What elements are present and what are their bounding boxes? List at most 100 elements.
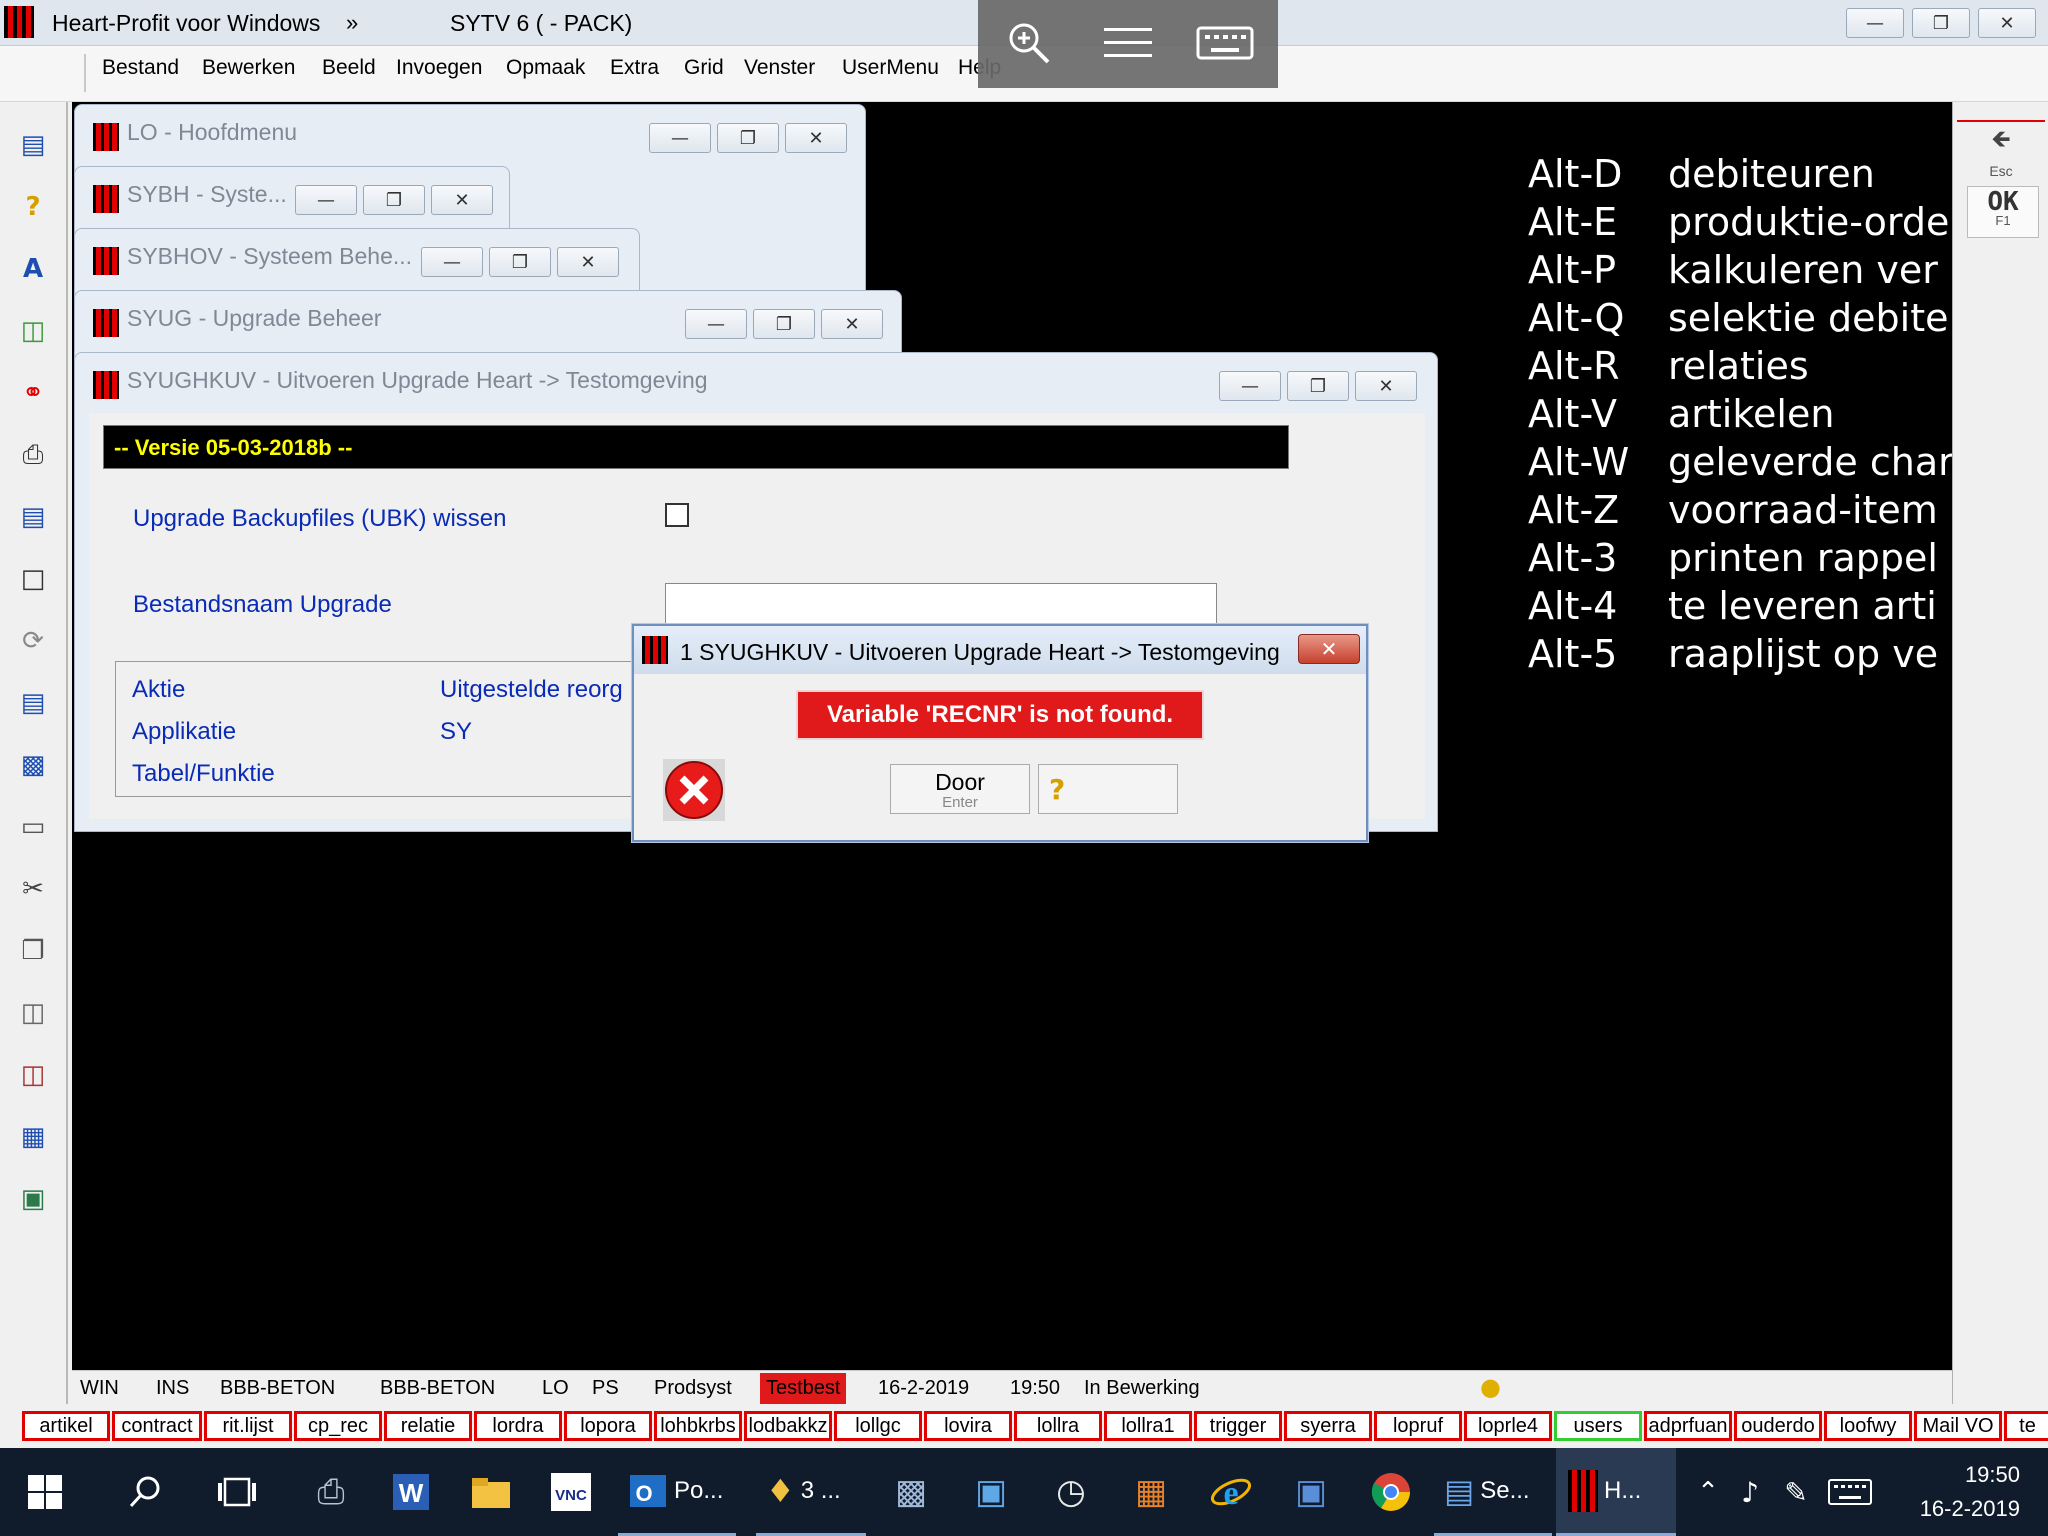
search-icon[interactable]: [108, 1448, 182, 1536]
hotkey-label[interactable]: produktie-orde: [1668, 200, 1949, 244]
title-more-chevron[interactable]: »: [346, 10, 358, 36]
menu-extra[interactable]: Extra: [610, 56, 659, 80]
show-hidden-icons-chevron[interactable]: ⌃: [1690, 1448, 1726, 1536]
paste-special-icon[interactable]: ◫: [14, 1056, 52, 1094]
remote-app-icon[interactable]: ▦: [1114, 1448, 1188, 1536]
minimize-button[interactable]: —: [649, 123, 711, 153]
minimize-button[interactable]: —: [421, 247, 483, 277]
tab-lopruf[interactable]: lopruf: [1374, 1411, 1462, 1441]
record-icon[interactable]: ▤: [14, 684, 52, 722]
start-button[interactable]: [8, 1448, 82, 1536]
tab-artikel[interactable]: artikel: [22, 1411, 110, 1441]
maximize-button[interactable]: ❐: [753, 309, 815, 339]
menu-bewerken[interactable]: Bewerken: [202, 56, 295, 80]
copy-icon[interactable]: ❐: [14, 932, 52, 970]
folder-up-icon[interactable]: ◫: [14, 312, 52, 350]
menu-opmaak[interactable]: Opmaak: [506, 56, 585, 80]
key-icon[interactable]: ⚭: [14, 374, 52, 412]
error-dialog[interactable]: 1 SYUGHKUV - Uitvoeren Upgrade Heart -> …: [632, 624, 1368, 842]
menu-grid[interactable]: Grid: [684, 56, 724, 80]
tab-syerra[interactable]: syerra: [1284, 1411, 1372, 1441]
escape-button[interactable]: 🡸 Esc: [1957, 120, 2045, 179]
tab-lovira[interactable]: lovira: [924, 1411, 1012, 1441]
hotkey-label[interactable]: geleverde char: [1668, 440, 1952, 484]
grid-dots-icon[interactable]: □: [14, 560, 52, 598]
maximize-button[interactable]: ❐: [489, 247, 551, 277]
heart-profit-button[interactable]: H...: [1556, 1448, 1676, 1536]
minimize-button[interactable]: —: [1219, 371, 1281, 401]
internet-explorer-icon[interactable]: e: [1194, 1448, 1268, 1536]
tab-mail-vo[interactable]: Mail VO: [1914, 1411, 2002, 1441]
form-icon[interactable]: ▤: [14, 498, 52, 536]
file-explorer-icon[interactable]: [454, 1448, 528, 1536]
tab-loofwy[interactable]: loofwy: [1824, 1411, 1912, 1441]
services-button[interactable]: ▤ Se...: [1434, 1448, 1552, 1536]
volume-icon[interactable]: ♪: [1728, 1448, 1772, 1536]
tab-lollra[interactable]: lollra: [1014, 1411, 1102, 1441]
vnc-icon[interactable]: VNC: [534, 1448, 608, 1536]
hotkey-label[interactable]: voorraad-item: [1668, 488, 1938, 532]
tab-lollra1[interactable]: lollra1: [1104, 1411, 1192, 1441]
hamburger-menu-icon[interactable]: [1102, 26, 1154, 60]
pen-icon[interactable]: ✎: [1774, 1448, 1818, 1536]
close-button[interactable]: ✕: [431, 185, 493, 215]
minimize-button[interactable]: —: [685, 309, 747, 339]
word-icon[interactable]: W: [374, 1448, 448, 1536]
tab-users[interactable]: users: [1554, 1411, 1642, 1441]
dialog-close-button[interactable]: ✕: [1298, 634, 1360, 664]
close-button[interactable]: ✕: [1978, 8, 2036, 38]
minimize-button[interactable]: —: [1846, 8, 1904, 38]
chrome-icon[interactable]: [1354, 1448, 1428, 1536]
tab-adprfuan[interactable]: adprfuan: [1644, 1411, 1732, 1441]
card-app-icon[interactable]: ▣: [954, 1448, 1028, 1536]
table-help-icon[interactable]: ▦: [14, 1118, 52, 1156]
computer-app-icon[interactable]: ▣: [1274, 1448, 1348, 1536]
font-icon[interactable]: A: [14, 250, 52, 288]
help-question-icon[interactable]: ?: [14, 188, 52, 226]
backup-checkbox[interactable]: [665, 503, 689, 527]
hotkey-label[interactable]: debiteuren: [1668, 152, 1875, 196]
exit-icon[interactable]: ▤: [14, 126, 52, 164]
tab-lohbkrbs[interactable]: lohbkrbs: [654, 1411, 742, 1441]
close-button[interactable]: ✕: [1355, 371, 1417, 401]
screen-icon[interactable]: ▣: [14, 1180, 52, 1218]
network-app-icon[interactable]: ▩: [874, 1448, 948, 1536]
reminder-button[interactable]: ♦ 3 ...: [756, 1448, 866, 1536]
printer-icon[interactable]: ⎙: [14, 436, 52, 474]
clock-app-icon[interactable]: ◷: [1034, 1448, 1108, 1536]
close-button[interactable]: ✕: [821, 309, 883, 339]
door-button[interactable]: Door Enter: [890, 764, 1030, 814]
tab-lordra[interactable]: lordra: [474, 1411, 562, 1441]
refresh-icon[interactable]: ⟳: [14, 622, 52, 660]
hotkey-label[interactable]: selektie debite: [1668, 296, 1949, 340]
window-icon[interactable]: ▭: [14, 808, 52, 846]
maximize-button[interactable]: ❐: [1287, 371, 1349, 401]
chart-icon[interactable]: ▩: [14, 746, 52, 784]
dialog-help-button[interactable]: ?: [1038, 764, 1178, 814]
minimize-button[interactable]: —: [295, 185, 357, 215]
filename-input[interactable]: [665, 583, 1217, 627]
hotkey-label[interactable]: artikelen: [1668, 392, 1834, 436]
hotkey-label[interactable]: relaties: [1668, 344, 1809, 388]
hotkey-label[interactable]: kalkuleren ver: [1668, 248, 1938, 292]
tab-relatie[interactable]: relatie: [384, 1411, 472, 1441]
keyboard-tray-icon[interactable]: [1822, 1448, 1878, 1536]
maximize-button[interactable]: ❐: [717, 123, 779, 153]
system-clock[interactable]: 19:50 16-2-2019: [1900, 1462, 2020, 1522]
hotkey-label[interactable]: raaplijst op ve: [1668, 632, 1938, 676]
tab-trigger[interactable]: trigger: [1194, 1411, 1282, 1441]
menu-venster[interactable]: Venster: [744, 56, 815, 80]
keyboard-icon[interactable]: [1196, 26, 1254, 62]
menu-beeld[interactable]: Beeld: [322, 56, 376, 80]
menu-bestand[interactable]: Bestand: [102, 56, 179, 80]
outlook-button[interactable]: O Po...: [618, 1448, 736, 1536]
tab-lopora[interactable]: lopora: [564, 1411, 652, 1441]
tab-cp-rec[interactable]: cp_rec: [294, 1411, 382, 1441]
close-button[interactable]: ✕: [557, 247, 619, 277]
tab-lollgc[interactable]: lollgc: [834, 1411, 922, 1441]
tab-lodbakkz[interactable]: lodbakkz: [744, 1411, 832, 1441]
scissors-icon[interactable]: ✂: [14, 870, 52, 908]
zoom-icon[interactable]: [1004, 18, 1054, 68]
hotkey-label[interactable]: printen rappel: [1668, 536, 1938, 580]
paste-icon[interactable]: ◫: [14, 994, 52, 1032]
